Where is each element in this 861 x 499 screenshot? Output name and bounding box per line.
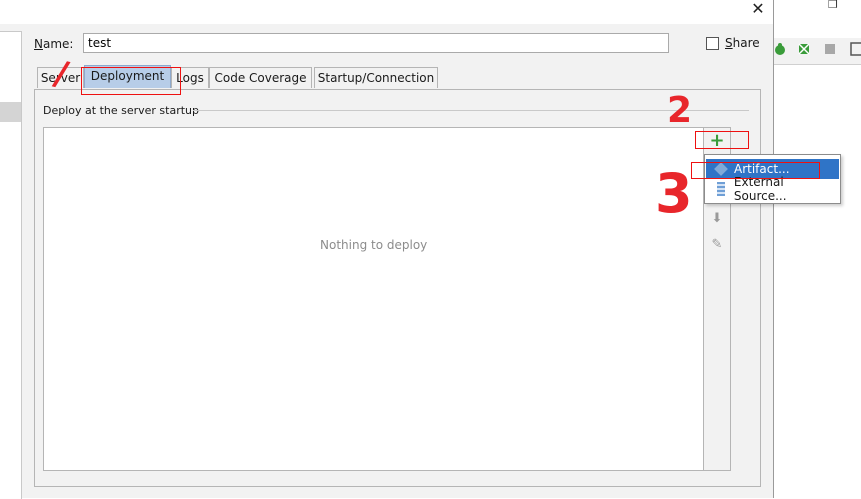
name-field[interactable] bbox=[83, 33, 669, 53]
empty-list-message: Nothing to deploy bbox=[320, 238, 428, 252]
annotation-box-artifact-item bbox=[691, 162, 820, 179]
deployment-list[interactable] bbox=[43, 127, 704, 471]
debug-icon[interactable] bbox=[773, 42, 787, 56]
menu-item-external-source[interactable]: External Source... bbox=[706, 175, 839, 203]
maximize-icon[interactable]: ❐ bbox=[828, 0, 838, 11]
toolbar-overflow-icon[interactable] bbox=[850, 42, 861, 56]
annotation-box-deployment-tab bbox=[81, 67, 181, 95]
dialog-title-bar bbox=[0, 0, 773, 24]
edit-icon[interactable]: ✎ bbox=[709, 237, 725, 253]
tab-code-coverage[interactable]: Code Coverage bbox=[209, 67, 312, 88]
section-divider bbox=[193, 110, 749, 111]
menu-item-label: External Source... bbox=[733, 175, 787, 203]
external-source-icon bbox=[717, 182, 725, 196]
name-label: Name: bbox=[34, 37, 74, 51]
tab-startup-connection[interactable]: Startup/Connection bbox=[314, 67, 438, 88]
stop-icon[interactable] bbox=[823, 42, 837, 56]
share-label: Share bbox=[725, 36, 760, 50]
coverage-icon[interactable] bbox=[797, 42, 811, 56]
background-ide-window: ❐ bbox=[773, 0, 861, 498]
share-checkbox[interactable]: Share bbox=[706, 36, 760, 50]
share-checkbox-box[interactable] bbox=[706, 36, 719, 50]
selected-configuration-row[interactable] bbox=[0, 102, 21, 122]
background-editor bbox=[773, 65, 861, 498]
annotation-box-add-button bbox=[695, 131, 749, 149]
background-toolbar bbox=[773, 38, 861, 65]
configurations-tree-panel bbox=[0, 31, 22, 499]
move-down-icon[interactable]: ⬇ bbox=[709, 211, 725, 227]
close-icon[interactable]: ✕ bbox=[748, 0, 768, 19]
deploy-section-label: Deploy at the server startup bbox=[43, 104, 200, 117]
annotation-step-2: 2 bbox=[667, 90, 693, 131]
background-title-bar: ❐ bbox=[773, 0, 861, 14]
annotation-step-3: 3 bbox=[655, 162, 693, 225]
